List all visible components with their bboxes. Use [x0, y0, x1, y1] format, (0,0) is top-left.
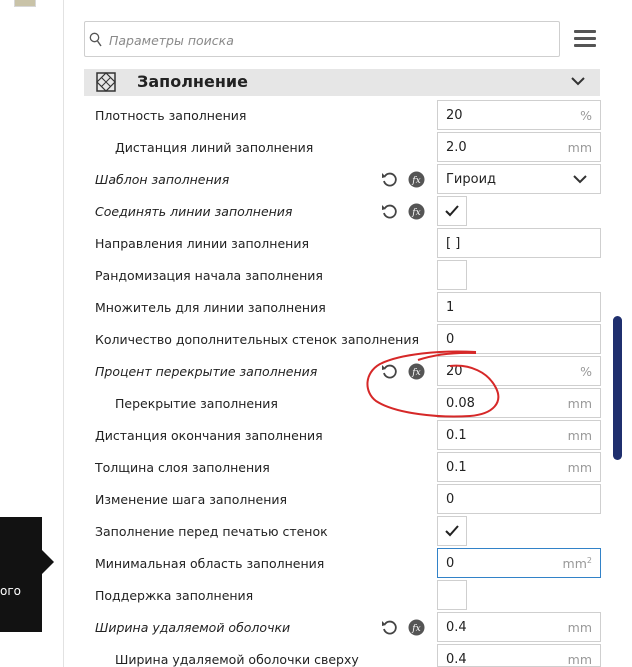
infill-density-label: Плотность заполнения	[95, 108, 247, 123]
reset-icon[interactable]	[381, 203, 399, 220]
top-skin-removal-width-field[interactable]: 0.4 mm	[437, 644, 601, 667]
infill-pattern-value: Гироид	[446, 172, 497, 187]
category-header[interactable]: Заполнение	[84, 69, 600, 96]
infill-layer-thickness-value: 0.1	[446, 460, 467, 475]
infill-pattern-select[interactable]: Гироид	[437, 164, 601, 194]
randomize-infill-start-label: Рандомизация начала заполнения	[95, 268, 323, 283]
connect-infill-lines-label: Соединять линии заполнения	[95, 204, 293, 219]
search-box[interactable]	[84, 21, 560, 58]
infill-overlap-percentage-unit: %	[580, 364, 592, 379]
thumbnail	[14, 0, 36, 7]
search-input[interactable]	[107, 22, 551, 58]
infill-overlap-percentage-label: Процент перекрытие заполнения	[95, 364, 318, 379]
infill-density-unit: %	[580, 108, 592, 123]
infill-overlap-percentage-field[interactable]: 20 %	[437, 356, 601, 386]
infill-overlap-unit: mm	[567, 396, 592, 411]
infill-line-distance-field[interactable]: 2.0 mm	[437, 132, 601, 162]
category-title: Заполнение	[137, 72, 248, 91]
min-infill-area-unit: mm2	[562, 556, 592, 572]
infill-line-directions-field[interactable]: [ ]	[437, 228, 601, 258]
fx-icon: fx	[408, 619, 425, 636]
scrollbar-thumb[interactable]	[613, 316, 622, 460]
reset-icon[interactable]	[381, 619, 399, 636]
infill-density-field[interactable]: 20 %	[437, 100, 601, 130]
top-skin-removal-width-label: Ширина удаляемой оболочки сверху	[115, 652, 359, 667]
infill-icon	[96, 72, 116, 92]
infill-before-walls-checkbox[interactable]	[437, 516, 467, 546]
randomize-infill-start-checkbox[interactable]	[437, 260, 467, 290]
min-infill-area-label: Минимальная область заполнения	[95, 556, 325, 571]
infill-line-multiplier-field[interactable]: 1	[437, 292, 601, 322]
infill-support-checkbox[interactable]	[437, 580, 467, 610]
skin-removal-width-unit: mm	[567, 620, 592, 635]
infill-wipe-distance-label: Дистанция окончания заполнения	[95, 428, 323, 443]
infill-pattern-label: Шаблон заполнения	[95, 172, 230, 187]
infill-support-label: Поддержка заполнения	[95, 588, 254, 603]
infill-overlap-field[interactable]: 0.08 mm	[437, 388, 601, 418]
tooltip-arrow	[42, 550, 54, 574]
gradual-infill-steps-value: 0	[446, 492, 455, 507]
reset-icon[interactable]	[381, 171, 399, 188]
extra-infill-walls-label: Количество дополнительных стенок заполне…	[95, 332, 419, 347]
fx-icon: fx	[408, 203, 425, 220]
infill-overlap-value: 0.08	[446, 396, 475, 411]
top-skin-removal-width-value: 0.4	[446, 652, 467, 667]
infill-layer-thickness-label: Толщина слоя заполнения	[95, 460, 270, 475]
infill-before-walls-label: Заполнение перед печатью стенок	[95, 524, 328, 539]
skin-removal-width-label: Ширина удаляемой оболочки	[95, 620, 291, 635]
chevron-down-icon	[573, 175, 587, 184]
svg-text:fx: fx	[411, 624, 420, 634]
gradual-infill-steps-field[interactable]: 0	[437, 484, 601, 514]
fx-icon: fx	[408, 171, 425, 188]
gradual-infill-steps-label: Изменение шага заполнения	[95, 492, 288, 507]
checkmark-icon	[445, 205, 459, 217]
infill-wipe-distance-unit: mm	[567, 428, 592, 443]
infill-density-value: 20	[446, 108, 463, 123]
svg-text:fx: fx	[411, 176, 420, 186]
min-infill-area-value: 0	[446, 556, 455, 571]
menu-icon[interactable]	[574, 30, 596, 48]
infill-line-directions-value: [ ]	[446, 236, 461, 251]
infill-line-distance-unit: mm	[567, 140, 592, 155]
reset-icon[interactable]	[381, 363, 399, 380]
infill-overlap-label: Перекрытие заполнения	[115, 396, 278, 411]
svg-text:fx: fx	[411, 208, 420, 218]
min-infill-area-field[interactable]: 0 mm2	[437, 548, 601, 578]
skin-removal-width-field[interactable]: 0.4 mm	[437, 612, 601, 642]
infill-layer-thickness-field[interactable]: 0.1 mm	[437, 452, 601, 482]
svg-text:fx: fx	[411, 368, 420, 378]
chevron-down-icon[interactable]	[570, 75, 586, 87]
infill-layer-thickness-unit: mm	[567, 460, 592, 475]
infill-wipe-distance-field[interactable]: 0.1 mm	[437, 420, 601, 450]
extra-infill-walls-value: 0	[446, 332, 455, 347]
top-skin-removal-width-unit: mm	[567, 652, 592, 667]
tooltip	[0, 517, 42, 632]
fx-icon: fx	[408, 363, 425, 380]
tooltip-text: ого	[0, 584, 21, 598]
infill-overlap-percentage-value: 20	[446, 364, 463, 379]
infill-wipe-distance-value: 0.1	[446, 428, 467, 443]
extra-infill-walls-field[interactable]: 0	[437, 324, 601, 354]
infill-line-distance-value: 2.0	[446, 140, 467, 155]
connect-infill-lines-checkbox[interactable]	[437, 196, 467, 226]
skin-removal-width-value: 0.4	[446, 620, 467, 635]
search-icon	[89, 32, 102, 47]
infill-line-directions-label: Направления линии заполнения	[95, 236, 309, 251]
checkmark-icon	[445, 525, 459, 537]
infill-line-multiplier-label: Множитель для линии заполнения	[95, 300, 326, 315]
infill-line-multiplier-value: 1	[446, 300, 455, 315]
infill-line-distance-label: Дистанция линий заполнения	[115, 140, 314, 155]
